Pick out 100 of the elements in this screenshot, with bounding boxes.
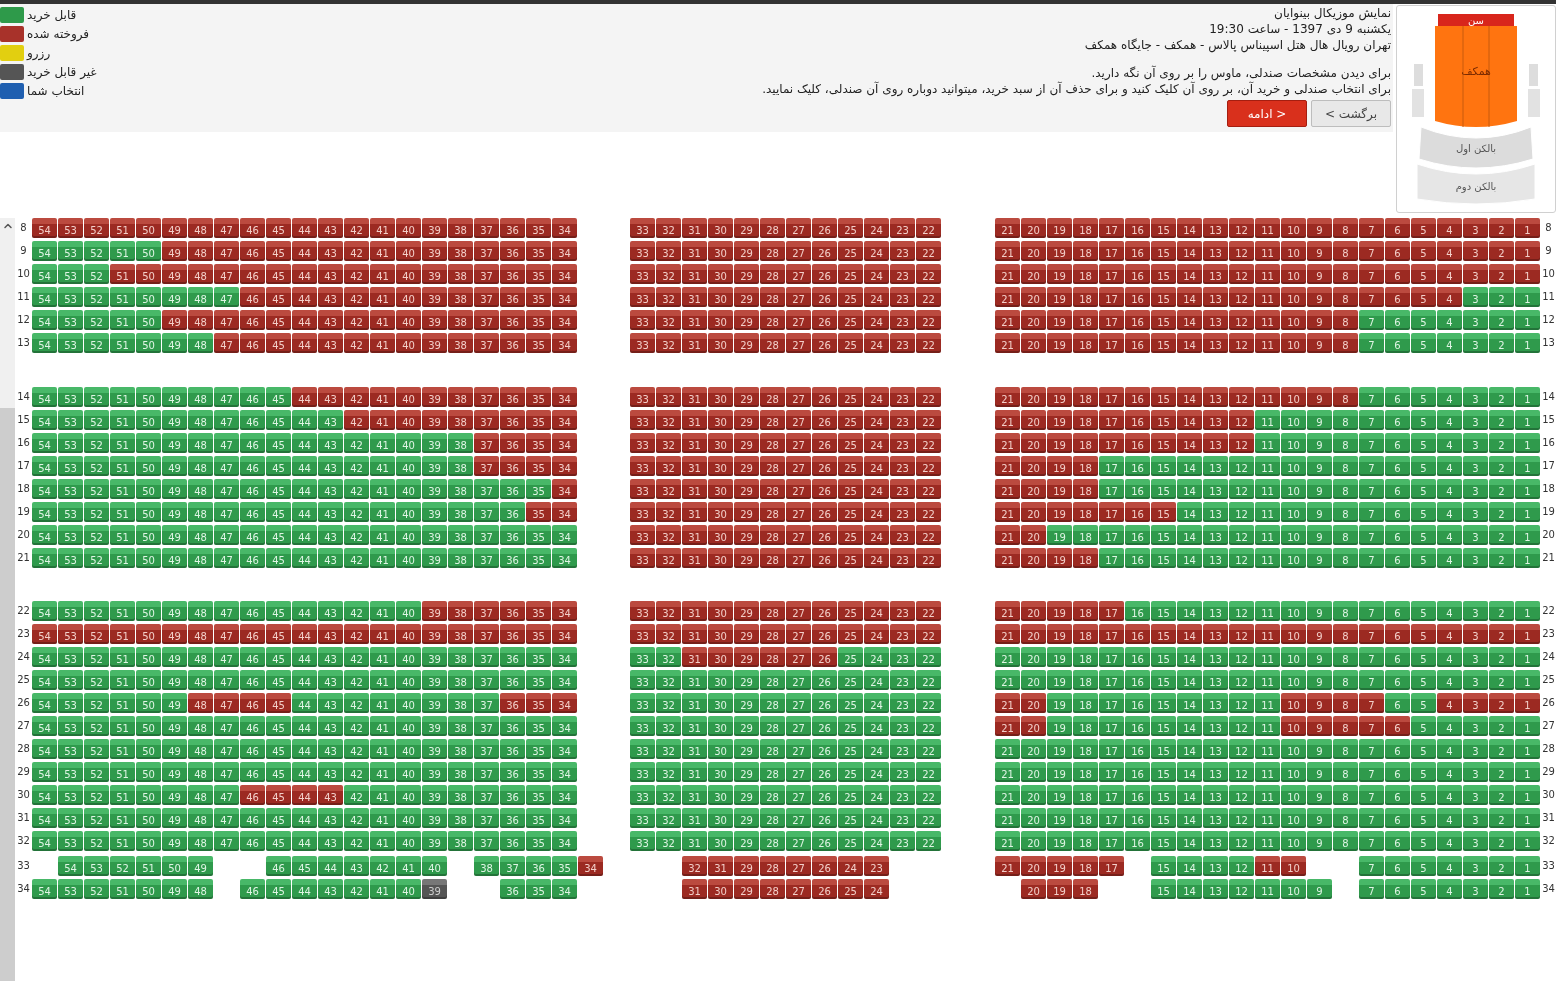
seat[interactable]: 30 bbox=[708, 624, 733, 644]
seat[interactable]: 38 bbox=[448, 387, 473, 407]
seat[interactable]: 17 bbox=[1099, 601, 1124, 621]
seat[interactable]: 4 bbox=[1437, 264, 1462, 284]
seat[interactable]: 28 bbox=[760, 310, 785, 330]
seat[interactable]: 42 bbox=[344, 762, 369, 782]
seat[interactable]: 39 bbox=[422, 502, 447, 522]
seat[interactable]: 37 bbox=[500, 856, 525, 876]
seat[interactable]: 10 bbox=[1281, 670, 1306, 690]
seat[interactable]: 20 bbox=[1021, 387, 1046, 407]
seat[interactable]: 3 bbox=[1463, 387, 1488, 407]
seat[interactable]: 34 bbox=[552, 739, 577, 759]
seat[interactable]: 42 bbox=[344, 831, 369, 851]
seat[interactable]: 36 bbox=[500, 502, 525, 522]
seat[interactable]: 7 bbox=[1359, 785, 1384, 805]
seat[interactable]: 24 bbox=[864, 647, 889, 667]
seat[interactable]: 54 bbox=[32, 456, 57, 476]
seat[interactable]: 26 bbox=[812, 433, 837, 453]
seat[interactable]: 20 bbox=[1021, 716, 1046, 736]
seat[interactable]: 37 bbox=[474, 241, 499, 261]
seat[interactable]: 34 bbox=[552, 548, 577, 568]
seat[interactable]: 50 bbox=[136, 624, 161, 644]
seat[interactable]: 1 bbox=[1515, 287, 1540, 307]
seat[interactable]: 49 bbox=[162, 433, 187, 453]
seat[interactable]: 29 bbox=[734, 502, 759, 522]
seat[interactable]: 5 bbox=[1411, 218, 1436, 238]
seat[interactable]: 7 bbox=[1359, 647, 1384, 667]
seat[interactable]: 32 bbox=[656, 433, 681, 453]
seat[interactable]: 47 bbox=[214, 624, 239, 644]
seat[interactable]: 3 bbox=[1463, 456, 1488, 476]
seat[interactable]: 40 bbox=[396, 218, 421, 238]
seat[interactable]: 48 bbox=[188, 287, 213, 307]
seat[interactable]: 51 bbox=[110, 624, 135, 644]
scrollbar-thumb[interactable] bbox=[0, 408, 15, 981]
seat[interactable]: 8 bbox=[1333, 601, 1358, 621]
seat[interactable]: 41 bbox=[370, 264, 395, 284]
seat[interactable]: 30 bbox=[708, 479, 733, 499]
seat[interactable]: 18 bbox=[1073, 831, 1098, 851]
seat[interactable]: 44 bbox=[318, 856, 343, 876]
seat[interactable]: 42 bbox=[344, 433, 369, 453]
seat[interactable]: 33 bbox=[630, 410, 655, 430]
seat[interactable]: 42 bbox=[344, 601, 369, 621]
seat[interactable]: 3 bbox=[1463, 264, 1488, 284]
seat[interactable]: 12 bbox=[1229, 387, 1254, 407]
seat[interactable]: 2 bbox=[1489, 310, 1514, 330]
seat[interactable]: 42 bbox=[344, 525, 369, 545]
seat[interactable]: 3 bbox=[1463, 310, 1488, 330]
seat[interactable]: 9 bbox=[1307, 502, 1332, 522]
seat[interactable]: 31 bbox=[682, 287, 707, 307]
seat[interactable]: 51 bbox=[110, 808, 135, 828]
seat[interactable]: 36 bbox=[500, 264, 525, 284]
seat[interactable]: 45 bbox=[266, 548, 291, 568]
seat[interactable]: 28 bbox=[760, 548, 785, 568]
seat[interactable]: 42 bbox=[344, 456, 369, 476]
seat[interactable]: 22 bbox=[916, 525, 941, 545]
seat[interactable]: 21 bbox=[995, 693, 1020, 713]
seat[interactable]: 40 bbox=[396, 387, 421, 407]
seat[interactable]: 16 bbox=[1125, 762, 1150, 782]
seat[interactable]: 4 bbox=[1437, 333, 1462, 353]
seat[interactable]: 16 bbox=[1125, 333, 1150, 353]
seat[interactable]: 47 bbox=[214, 670, 239, 690]
seat[interactable]: 27 bbox=[786, 456, 811, 476]
seat[interactable]: 24 bbox=[864, 287, 889, 307]
seat[interactable]: 12 bbox=[1229, 548, 1254, 568]
seat[interactable]: 16 bbox=[1125, 264, 1150, 284]
seat[interactable]: 10 bbox=[1281, 856, 1306, 876]
seat[interactable]: 31 bbox=[682, 479, 707, 499]
seat[interactable]: 33 bbox=[630, 762, 655, 782]
seat[interactable]: 24 bbox=[864, 670, 889, 690]
seat[interactable]: 53 bbox=[58, 647, 83, 667]
seat[interactable]: 21 bbox=[995, 502, 1020, 522]
seat[interactable]: 29 bbox=[734, 624, 759, 644]
seat[interactable]: 33 bbox=[630, 241, 655, 261]
seat[interactable]: 12 bbox=[1229, 856, 1254, 876]
seat[interactable]: 4 bbox=[1437, 716, 1462, 736]
seat[interactable]: 46 bbox=[240, 716, 265, 736]
seat[interactable]: 44 bbox=[292, 670, 317, 690]
seat[interactable]: 5 bbox=[1411, 716, 1436, 736]
seat[interactable]: 53 bbox=[58, 808, 83, 828]
seat[interactable]: 50 bbox=[136, 670, 161, 690]
seat[interactable]: 11 bbox=[1255, 548, 1280, 568]
seat[interactable]: 38 bbox=[448, 456, 473, 476]
seat[interactable]: 54 bbox=[32, 548, 57, 568]
seat[interactable]: 35 bbox=[526, 218, 551, 238]
seat[interactable]: 49 bbox=[162, 333, 187, 353]
seat[interactable]: 21 bbox=[995, 264, 1020, 284]
seat[interactable]: 11 bbox=[1255, 831, 1280, 851]
seat[interactable]: 20 bbox=[1021, 218, 1046, 238]
seat[interactable]: 21 bbox=[995, 310, 1020, 330]
seat[interactable]: 31 bbox=[708, 856, 733, 876]
seat[interactable]: 40 bbox=[396, 831, 421, 851]
seat[interactable]: 10 bbox=[1281, 879, 1306, 899]
seat[interactable]: 2 bbox=[1489, 831, 1514, 851]
seat[interactable]: 43 bbox=[318, 693, 343, 713]
seat[interactable]: 48 bbox=[188, 548, 213, 568]
seat[interactable]: 53 bbox=[58, 410, 83, 430]
seat[interactable]: 5 bbox=[1411, 624, 1436, 644]
seat[interactable]: 21 bbox=[995, 433, 1020, 453]
seat[interactable]: 37 bbox=[474, 502, 499, 522]
seat[interactable]: 32 bbox=[656, 264, 681, 284]
